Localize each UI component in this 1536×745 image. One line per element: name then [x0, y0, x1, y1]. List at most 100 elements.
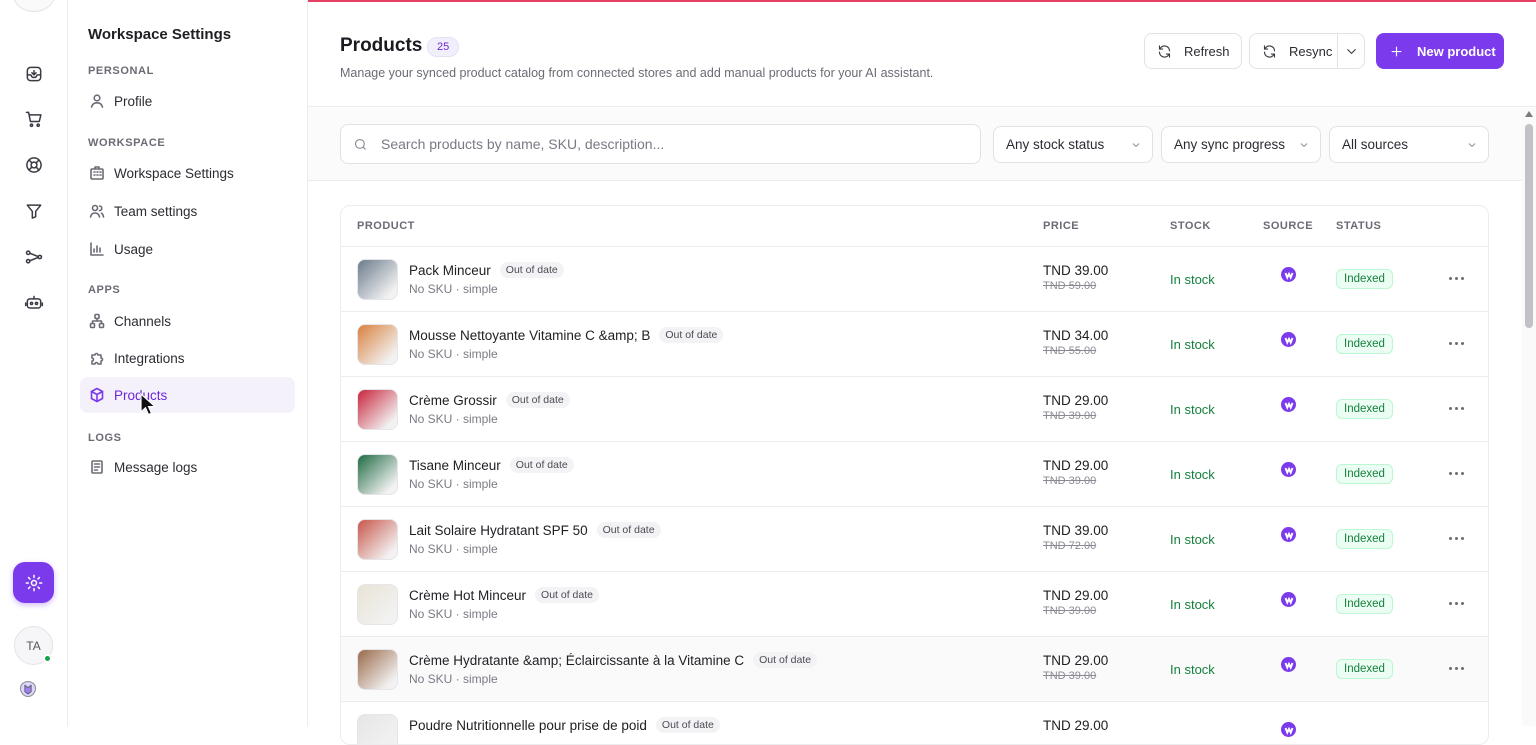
search-icon [354, 138, 366, 150]
source-value: All sources [1342, 137, 1409, 152]
column-product: PRODUCT [357, 220, 415, 232]
workflow-icon[interactable] [22, 245, 46, 269]
settings-gear-button[interactable] [13, 562, 54, 603]
table-row[interactable]: Tisane Minceur Out of date No SKU · simple… [341, 442, 1488, 507]
row-actions-icon[interactable] [1449, 472, 1464, 475]
status-badge: Indexed [1336, 529, 1393, 549]
stock-status: In stock [1170, 337, 1215, 352]
product-name-line[interactable]: Pack Minceur Out of date [409, 262, 564, 278]
bot-icon[interactable] [22, 291, 46, 315]
stock-status-select[interactable]: Any stock status [993, 126, 1153, 163]
page-scrollbar[interactable] [1522, 108, 1536, 726]
product-meta: No SKU · simple [409, 412, 498, 426]
product-name-line[interactable]: Crème Grossir Out of date [409, 392, 570, 408]
table-row[interactable]: Crème Hot Minceur Out of date No SKU · sim… [341, 572, 1488, 637]
stock-status: In stock [1170, 272, 1215, 287]
scroll-up-arrow[interactable] [1525, 111, 1533, 117]
product-name: Crème Hot Minceur [409, 587, 527, 603]
table-row[interactable]: Poudre Nutritionnelle pour prise de poid… [341, 702, 1488, 744]
product-name: Crème Hydratante &amp; Éclaircissante à … [409, 652, 745, 668]
product-thumbnail [357, 389, 398, 430]
sidebar-item-channels[interactable]: Channels [80, 303, 295, 339]
building-icon [90, 166, 104, 180]
product-thumbnail [357, 259, 398, 300]
product-name: Mousse Nettoyante Vitamine C &amp; B [409, 327, 651, 343]
resync-options-button[interactable] [1337, 33, 1365, 69]
product-price: TND 34.00 [1043, 328, 1109, 343]
section-apps: APPS [88, 284, 121, 296]
table-row[interactable]: Mousse Nettoyante Vitamine C &amp; B Out … [341, 312, 1488, 377]
source-store-icon [1281, 657, 1296, 672]
sidebar-item-products[interactable]: Products [80, 377, 295, 413]
table-row[interactable]: Crème Grossir Out of date No SKU · simple T… [341, 377, 1488, 442]
product-old-price: TND 39.00 [1043, 475, 1097, 487]
product-name-line[interactable]: Tisane Minceur Out of date [409, 457, 574, 473]
table-row[interactable]: Pack Minceur Out of date No SKU · simple TN… [341, 247, 1488, 312]
product-old-price: TND 39.00 [1043, 410, 1097, 422]
product-price: TND 29.00 [1043, 653, 1109, 668]
product-old-price: TND 59.00 [1043, 280, 1097, 292]
table-header: PRODUCT PRICE STOCK SOURCE STATUS [341, 206, 1488, 247]
sidebar-item-profile[interactable]: Profile [80, 83, 295, 119]
refresh-icon [1158, 44, 1171, 58]
stock-status: In stock [1170, 467, 1215, 482]
row-actions-icon[interactable] [1449, 277, 1464, 280]
sync-progress-value: Any sync progress [1174, 137, 1286, 152]
product-thumbnail [357, 454, 398, 495]
product-name-line[interactable]: Crème Hydratante &amp; Éclaircissante à … [409, 652, 818, 668]
log-icon [91, 460, 103, 474]
product-name: Tisane Minceur [409, 457, 501, 473]
status-badge: Indexed [1336, 464, 1393, 484]
stock-status: In stock [1170, 532, 1215, 547]
table-row[interactable]: Crème Hydratante &amp; Éclaircissante à … [341, 637, 1488, 702]
product-price: TND 29.00 [1043, 393, 1109, 408]
search-input[interactable]: Search products by name, SKU, descriptio… [340, 124, 981, 164]
product-price: TND 29.00 [1043, 588, 1109, 603]
row-actions-icon[interactable] [1449, 537, 1464, 540]
brand-logo-icon[interactable] [18, 679, 38, 699]
user-avatar[interactable]: TA [14, 626, 53, 665]
section-personal: PERSONAL [88, 65, 154, 77]
sidebar-item-label: Message logs [114, 459, 198, 475]
source-select[interactable]: All sources [1329, 126, 1489, 163]
product-meta: No SKU · simple [409, 542, 498, 556]
product-name-line[interactable]: Poudre Nutritionnelle pour prise de poid… [409, 717, 720, 733]
product-thumbnail [357, 714, 398, 744]
new-product-button[interactable]: New product [1376, 33, 1504, 69]
stock-status: In stock [1170, 662, 1215, 677]
out-of-date-badge: Out of date [596, 522, 661, 538]
row-actions-icon[interactable] [1449, 602, 1464, 605]
resync-button[interactable]: Resync [1249, 33, 1338, 69]
channels-icon [89, 313, 105, 329]
sidebar-item-usage[interactable]: Usage [80, 231, 295, 267]
rail-top-avatar[interactable] [13, 0, 55, 12]
sidebar-item-workspace-settings[interactable]: Workspace Settings [80, 155, 295, 191]
filter-icon[interactable] [22, 199, 46, 223]
sidebar-item-integrations[interactable]: Integrations [80, 340, 295, 376]
row-actions-icon[interactable] [1449, 667, 1464, 670]
product-thumbnail [357, 324, 398, 365]
out-of-date-badge: Out of date [535, 587, 599, 603]
help-ring-icon[interactable] [22, 153, 46, 177]
product-thumbnail [357, 519, 398, 560]
sidebar-item-team-settings[interactable]: Team settings [80, 193, 295, 229]
sidebar-item-message-logs[interactable]: Message logs [80, 449, 295, 485]
inbox-icon[interactable] [22, 62, 46, 86]
sync-progress-select[interactable]: Any sync progress [1161, 126, 1321, 163]
row-actions-icon[interactable] [1449, 342, 1464, 345]
sidebar-item-label: Workspace Settings [114, 165, 234, 181]
cart-icon[interactable] [22, 107, 46, 131]
scrollbar-thumb[interactable] [1525, 124, 1533, 328]
table-row[interactable]: Lait Solaire Hydratant SPF 50 Out of date… [341, 507, 1488, 572]
product-name-line[interactable]: Lait Solaire Hydratant SPF 50 Out of date [409, 522, 661, 538]
row-actions-icon[interactable] [1449, 407, 1464, 410]
settings-sidebar: Workspace Settings PERSONAL Profile WORK… [68, 0, 308, 726]
sidebar-item-label: Integrations [114, 350, 185, 366]
product-old-price: TND 55.00 [1043, 345, 1097, 357]
source-store-icon [1281, 462, 1296, 477]
refresh-button[interactable]: Refresh [1144, 33, 1242, 69]
product-name-line[interactable]: Crème Hot Minceur Out of date [409, 587, 599, 603]
product-name: Poudre Nutritionnelle pour prise de poid [409, 717, 647, 733]
product-name-line[interactable]: Mousse Nettoyante Vitamine C &amp; B Out … [409, 327, 724, 343]
sidebar-item-label: Usage [114, 241, 154, 257]
